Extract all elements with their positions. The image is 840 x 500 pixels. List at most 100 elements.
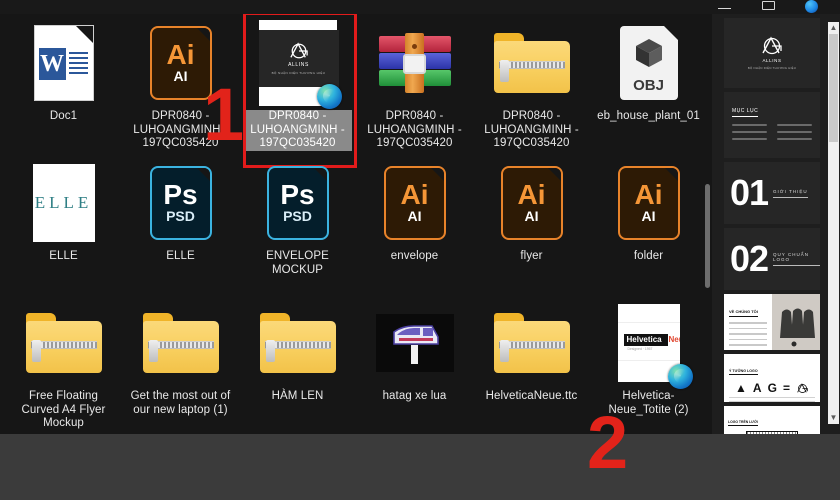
allins-logo-icon bbox=[797, 382, 808, 393]
file-item-label: DPR0840 - LUHOANGMINH - 197QC035420 bbox=[243, 110, 352, 151]
file-item[interactable]: Ai AI envelope bbox=[356, 154, 473, 294]
preview-section-number: 01 bbox=[730, 172, 769, 213]
file-item-thumbnail: Ai AI bbox=[376, 160, 454, 246]
scroll-down-arrow-icon[interactable]: ▼ bbox=[828, 412, 839, 424]
file-item-label: Doc1 bbox=[49, 110, 78, 122]
edge-icon bbox=[316, 84, 342, 109]
file-item-label: ENVELOPE MOCKUP bbox=[266, 250, 329, 276]
file-item-label: DPR0840 - LUHOANGMINH - 197QC035420 bbox=[367, 110, 462, 149]
file-item-thumbnail: Ai AI bbox=[493, 160, 571, 246]
file-item-thumbnail bbox=[142, 300, 220, 386]
file-list-scrollbar[interactable] bbox=[703, 14, 712, 434]
preview-brand-tagline: BỘ NHẬN DIỆN THƯƠNG HIỆU bbox=[747, 66, 797, 70]
cube-icon bbox=[635, 39, 662, 67]
file-item-label: ELLE bbox=[49, 250, 78, 262]
preview-toc-title: MỤC LỤC bbox=[732, 108, 759, 117]
annotation-step-2: 2 bbox=[587, 401, 629, 484]
file-item-thumbnail: OBJ bbox=[610, 20, 688, 106]
zip-folder-icon bbox=[25, 313, 102, 373]
preview-pane: ALLINS BỘ NHẬN DIỆN THƯƠNG HIỆU MỤC LỤC … bbox=[712, 14, 840, 434]
file-list[interactable]: W Doc1 Ai AI DPR0840 - LUHOANGMINH - 197QC03… bbox=[0, 14, 712, 434]
file-item-thumbnail: ELLE bbox=[25, 160, 103, 246]
file-item-thumbnail bbox=[493, 20, 571, 106]
file-item-thumbnail: Ai AI bbox=[610, 160, 688, 246]
zip-folder-icon bbox=[493, 33, 570, 93]
preview-section-number: 02 bbox=[730, 238, 769, 279]
photoshop-psd-icon: Ps PSD bbox=[266, 166, 329, 240]
file-item-thumbnail: HelveticaNeueDesigned · 1957 bbox=[610, 300, 693, 389]
preview-toc-column-left bbox=[732, 124, 767, 145]
file-item[interactable]: HelveticaNeue.ttc bbox=[473, 294, 590, 434]
file-item[interactable]: W Doc1 bbox=[5, 14, 122, 154]
preview-about-title: VỀ CHÚNG TÔI bbox=[729, 309, 758, 317]
zip-folder-icon bbox=[493, 313, 570, 373]
preview-page-logo-concept: Ý TƯỞNG LOGO ▲ A G = bbox=[724, 354, 820, 402]
file-item-thumbnail bbox=[375, 300, 454, 386]
file-item[interactable]: Ai AI flyer bbox=[473, 154, 590, 294]
preview-page-logo-grid: LOGO TRÊN LƯỚI bbox=[724, 406, 820, 434]
allins-logo-icon bbox=[289, 42, 308, 59]
file-item-label: Free Floating Curved A4 Flyer Mockup bbox=[21, 390, 106, 429]
maximize-icon[interactable] bbox=[762, 1, 778, 12]
preview-scrollbar[interactable]: ▲ ▼ bbox=[828, 22, 839, 424]
file-open-dialog: W Doc1 Ai AI DPR0840 - LUHOANGMINH - 197QC03… bbox=[0, 0, 840, 500]
preview-logo-title: Ý TƯỞNG LOGO bbox=[729, 369, 758, 375]
letter-a-glyph: A bbox=[752, 381, 762, 395]
file-list-scroll-thumb[interactable] bbox=[705, 184, 710, 288]
file-item-label: HelveticaNeue.ttc bbox=[485, 390, 578, 402]
file-item-thumbnail bbox=[259, 300, 337, 386]
preview-page-section-01: 01 GIỚI THIỆU bbox=[724, 162, 820, 224]
window-titlebar bbox=[0, 0, 840, 14]
file-item[interactable]: Ps PSD ELLE bbox=[122, 154, 239, 294]
file-item[interactable]: HÀM LEN bbox=[239, 294, 356, 434]
file-item[interactable]: DPR0840 - LUHOANGMINH - 197QC035420 bbox=[356, 14, 473, 154]
illustrator-ai-icon: Ai AI bbox=[383, 166, 446, 240]
file-item-thumbnail bbox=[25, 300, 103, 386]
file-item[interactable]: ALLINS BỘ NHẬN DIỆN THƯƠNG HIỆU DPR0840 - … bbox=[239, 14, 357, 168]
dialog-footer: ame: DPR0840 - LUHOANGMINH - 197QC035420… bbox=[0, 434, 840, 500]
file-item-thumbnail bbox=[493, 300, 571, 386]
preview-page-toc: MỤC LỤC bbox=[724, 92, 820, 158]
zip-folder-icon bbox=[259, 313, 336, 373]
edge-icon[interactable] bbox=[805, 0, 818, 13]
file-item-label: eb_house_plant_01 bbox=[597, 110, 700, 122]
photoshop-psd-icon: Ps PSD bbox=[149, 166, 212, 240]
train-sign-icon bbox=[392, 325, 439, 364]
scroll-up-arrow-icon[interactable]: ▲ bbox=[828, 22, 839, 34]
letter-g-glyph: G bbox=[767, 381, 777, 395]
file-item[interactable]: OBJ eb_house_plant_01 bbox=[590, 14, 707, 154]
image-thumbnail-train bbox=[375, 314, 454, 372]
preview-toc-column-right bbox=[777, 124, 812, 145]
preview-page-about: VỀ CHÚNG TÔI bbox=[724, 294, 820, 350]
winrar-archive-icon bbox=[378, 33, 451, 93]
word-doc-icon: W bbox=[34, 26, 93, 100]
file-item-label: Get the most out of our new laptop (1) bbox=[130, 390, 231, 416]
illustrator-ai-icon: Ai AI bbox=[500, 166, 563, 240]
file-item[interactable]: ELLE ELLE bbox=[5, 154, 122, 294]
file-item[interactable]: Get the most out of our new laptop (1) bbox=[122, 294, 239, 434]
file-item-label: folder bbox=[633, 250, 664, 262]
file-item[interactable]: hatag xe lua bbox=[356, 294, 473, 434]
preview-grid-title: LOGO TRÊN LƯỚI bbox=[728, 420, 758, 426]
file-item-label: HÀM LEN bbox=[271, 390, 324, 402]
annotation-step-1: 1 bbox=[203, 73, 245, 156]
file-item-thumbnail: Ps PSD bbox=[142, 160, 220, 246]
illustrator-ai-icon: Ai AI bbox=[617, 166, 680, 240]
file-item-thumbnail: W bbox=[25, 20, 103, 106]
file-item[interactable]: Ps PSD ENVELOPE MOCKUP bbox=[239, 154, 356, 294]
preview-page-section-02: 02 QUY CHUẨN LOGO bbox=[724, 228, 820, 290]
preview-scroll-thumb[interactable] bbox=[829, 34, 838, 142]
file-item[interactable]: DPR0840 - LUHOANGMINH - 197QC035420 bbox=[473, 14, 590, 154]
preview-section-title: GIỚI THIỆU bbox=[773, 189, 808, 198]
file-item-label: hatag xe lua bbox=[382, 390, 447, 402]
file-item[interactable]: Ai AI folder bbox=[590, 154, 707, 294]
triangle-glyph-icon: ▲ bbox=[735, 381, 747, 395]
file-item-label: flyer bbox=[520, 250, 543, 262]
edge-icon bbox=[667, 364, 693, 389]
file-item-label: envelope bbox=[390, 250, 439, 262]
file-item-label: ELLE bbox=[166, 250, 195, 262]
file-item-label: DPR0840 - LUHOANGMINH - 197QC035420 bbox=[484, 110, 579, 149]
file-item-thumbnail bbox=[376, 20, 454, 106]
minimize-icon[interactable] bbox=[718, 1, 734, 12]
file-item[interactable]: Free Floating Curved A4 Flyer Mockup bbox=[5, 294, 122, 434]
